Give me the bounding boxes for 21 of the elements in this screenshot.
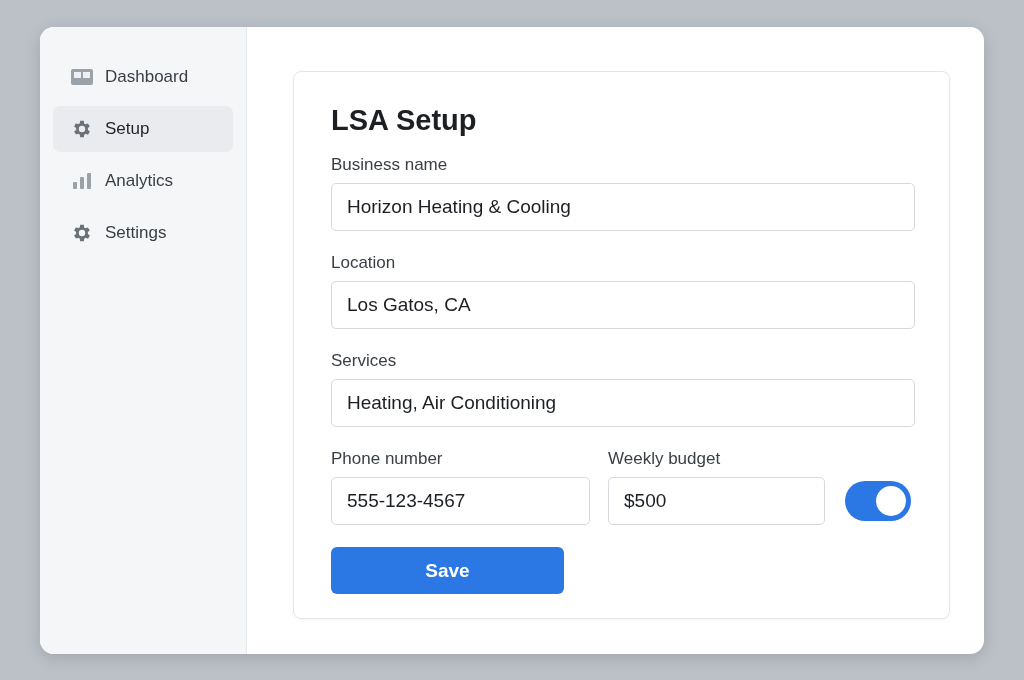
sidebar-item[interactable]: Analytics	[53, 158, 233, 204]
sidebar-item[interactable]: Setup	[53, 106, 233, 152]
field-label: Services	[331, 351, 398, 371]
input-field[interactable]: Los Gatos, CA	[331, 281, 915, 329]
sidebar-item[interactable]: Settings	[53, 210, 233, 256]
sidebar-item[interactable]: Dashboard	[53, 54, 233, 100]
phone-field[interactable]: 555-123-4567	[331, 477, 590, 525]
field-label: Business name	[331, 155, 449, 175]
save-button[interactable]: Save	[331, 547, 564, 594]
settings-icon	[71, 222, 93, 244]
input-field[interactable]: Horizon Heating & Cooling	[331, 183, 915, 231]
toggle-switch[interactable]	[845, 481, 911, 521]
budget-field[interactable]: $500	[608, 477, 825, 525]
field-label: Location	[331, 253, 397, 273]
field-label: Phone number	[331, 449, 444, 469]
input-field[interactable]: Heating, Air Conditioning	[331, 379, 915, 427]
bar-chart-icon	[71, 170, 93, 192]
dashboard-icon	[71, 66, 93, 88]
field-label: Weekly budget	[608, 449, 722, 469]
settings-icon	[71, 118, 93, 140]
form-title: LSA Setup	[331, 104, 478, 137]
